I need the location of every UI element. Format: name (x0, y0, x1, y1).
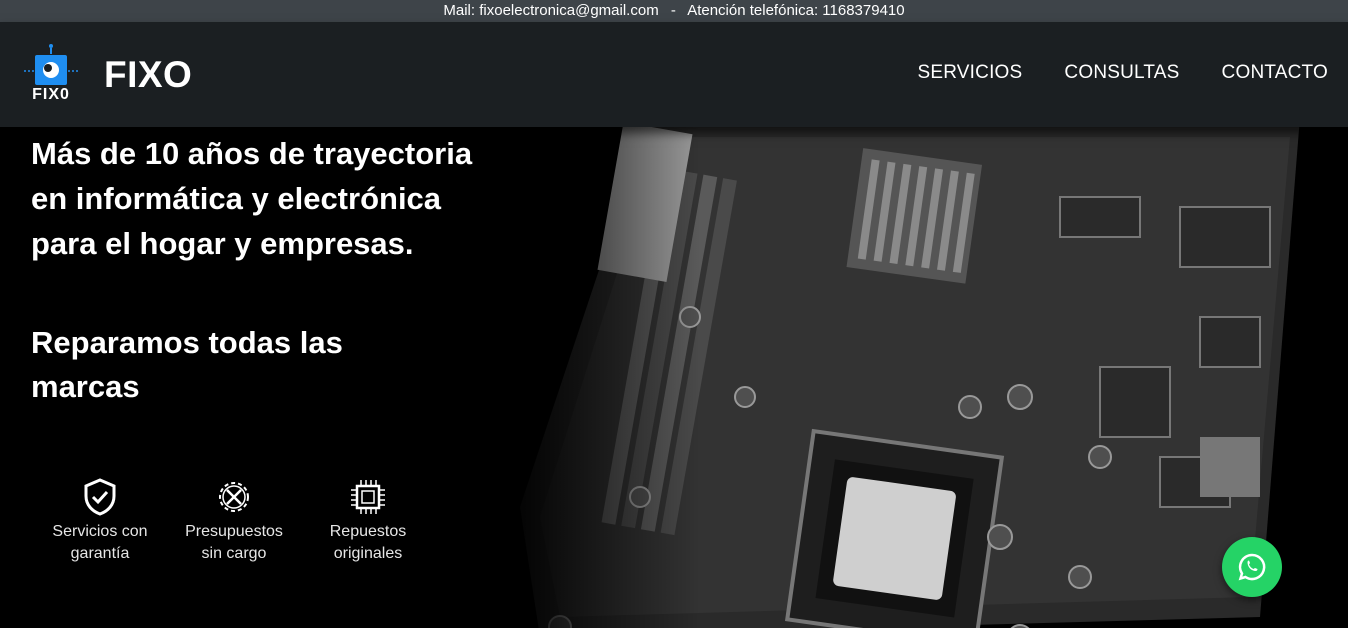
nav-link-consultas[interactable]: CONSULTAS (1064, 62, 1179, 84)
feature-label: Servicios con garantía (52, 523, 148, 562)
topbar-phone: Atención telefónica: 1168379410 (687, 2, 905, 19)
features-list: Servicios con garantía Presupuestos sin … (40, 477, 440, 567)
hero-headline: Más de 10 años de trayectoria en informá… (31, 136, 473, 261)
shield-check-icon (84, 478, 116, 516)
chip-icon (351, 480, 385, 514)
topbar-mail[interactable]: Mail: fixoelectronica@gmail.com (443, 2, 658, 19)
brand-name[interactable]: FIXO (104, 54, 192, 96)
hero-subheadline: Reparamos todas las marcas (31, 325, 343, 404)
contact-topbar: Mail: fixoelectronica@gmail.com - Atenci… (0, 0, 1348, 22)
feature-warranty: Servicios con garantía (40, 477, 160, 565)
topbar-separator: - (670, 2, 676, 19)
gear-tools-icon (219, 482, 249, 512)
feature-label: Repuestos originales (329, 523, 407, 562)
nav-link-contacto[interactable]: CONTACTO (1222, 62, 1328, 84)
nav-link-servicios[interactable]: SERVICIOS (917, 62, 1022, 84)
motherboard-image (500, 127, 1300, 628)
robot-logo-icon (24, 44, 78, 85)
logo-text: FIX0 (32, 86, 70, 103)
feature-original-parts: Repuestos originales (308, 477, 428, 565)
whatsapp-button[interactable] (1222, 537, 1282, 597)
site-header: FIX0 FIXO SERVICIOS CONSULTAS CONTACTO (0, 22, 1348, 127)
hero-section: Más de 10 años de trayectoria en informá… (0, 127, 1348, 628)
whatsapp-icon (1238, 553, 1266, 581)
feature-label: Presupuestos sin cargo (185, 523, 283, 562)
main-nav: SERVICIOS CONSULTAS CONTACTO (917, 62, 1328, 84)
feature-free-quote: Presupuestos sin cargo (174, 477, 294, 565)
logo[interactable]: FIX0 (20, 42, 82, 106)
